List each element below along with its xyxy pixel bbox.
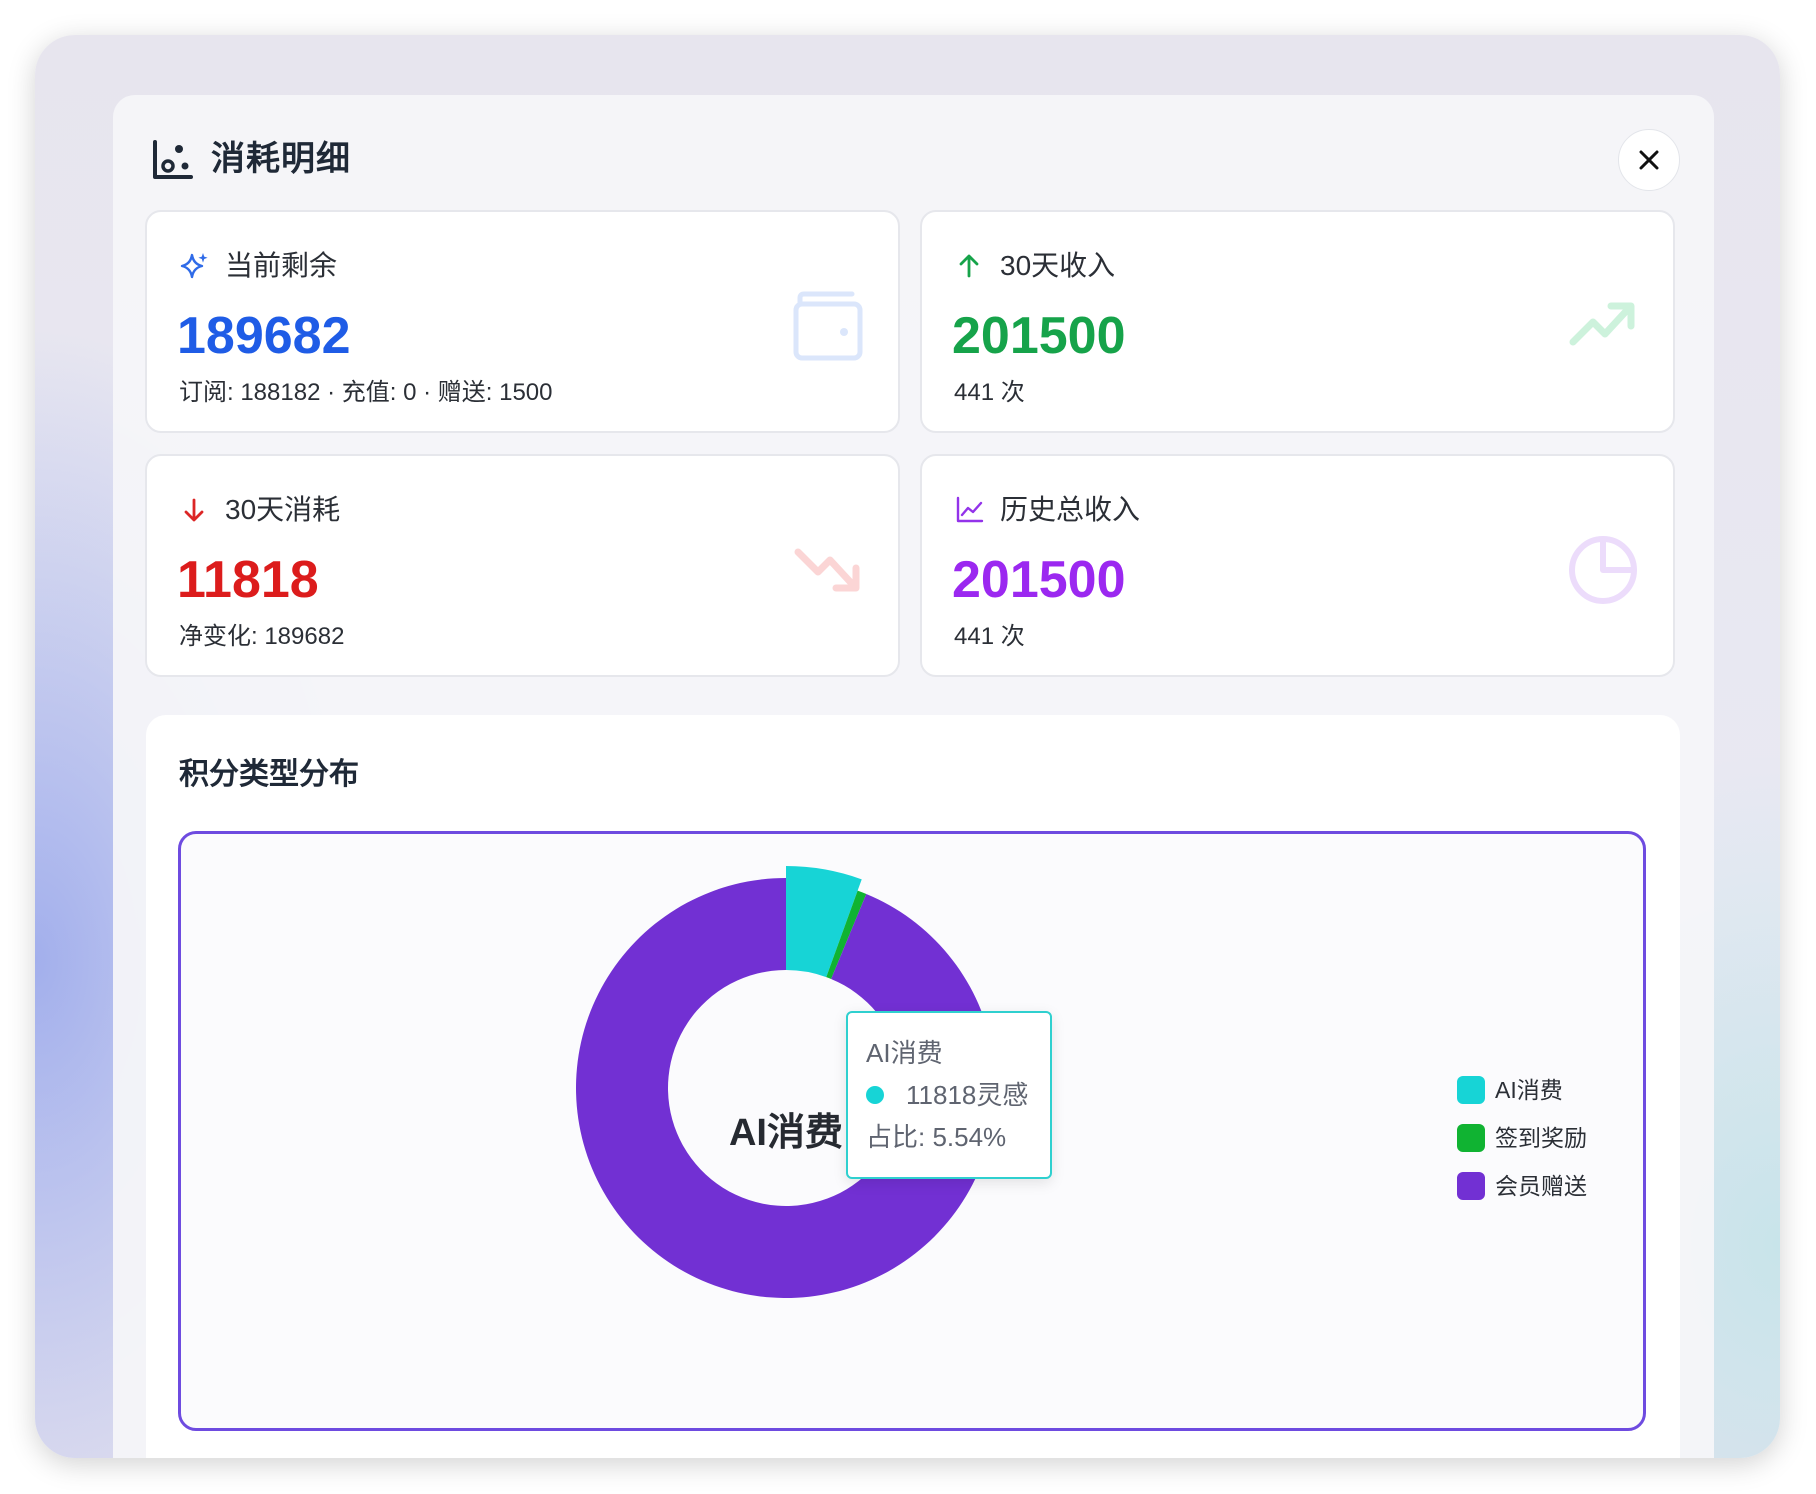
chart-tooltip: AI消费 11818灵感 占比: 5.54% — [846, 1011, 1052, 1179]
trending-down-icon — [794, 548, 860, 592]
card-subtext: 订阅: 188182 · 充值: 0 · 赠送: 1500 — [179, 379, 553, 406]
arrow-up-icon — [959, 254, 979, 278]
sparkles-icon — [180, 253, 208, 279]
pie-chart-icon — [1569, 536, 1637, 604]
line-chart-icon — [956, 496, 984, 523]
legend-label: 会员赠送 — [1495, 1173, 1587, 1199]
tooltip-value: 11818灵感 — [906, 1080, 1029, 1110]
chart-legend: AI消费签到奖励会员赠送 — [1457, 1066, 1587, 1210]
wallet-icon — [793, 291, 863, 361]
card-subtext: 441 次 — [954, 379, 1025, 406]
close-icon — [1639, 150, 1659, 170]
trending-up-icon — [1569, 302, 1635, 346]
legend-label: 签到奖励 — [1495, 1125, 1587, 1151]
card-value: 189682 — [177, 307, 351, 365]
consumption-detail-dialog: 消耗明细 当前剩余 189682 订阅: 188182 · 充值: 0 · 赠送… — [113, 95, 1714, 1458]
credit-type-distribution-panel: 积分类型分布 AI消费 AI消费 11818灵感 占比: 5.54% AI消费签… — [146, 715, 1680, 1458]
card-value: 11818 — [177, 551, 319, 609]
tooltip-title: AI消费 — [866, 1038, 943, 1068]
tooltip-share: 占比: 5.54% — [866, 1122, 1007, 1152]
legend-item[interactable]: 会员赠送 — [1457, 1162, 1587, 1210]
card-value: 201500 — [952, 551, 1126, 609]
legend-swatch — [1457, 1172, 1485, 1200]
donut-chart[interactable]: AI消费 AI消费 11818灵感 占比: 5.54% AI消费签到奖励会员赠送 — [178, 831, 1646, 1431]
app-window: 消耗明细 当前剩余 189682 订阅: 188182 · 充值: 0 · 赠送… — [35, 35, 1780, 1458]
card-subtext: 净变化: 189682 — [179, 623, 345, 650]
legend-swatch — [1457, 1124, 1485, 1152]
distribution-title: 积分类型分布 — [179, 758, 359, 791]
tooltip-series-dot — [866, 1086, 884, 1104]
legend-label: AI消费 — [1495, 1077, 1563, 1103]
card-label: 历史总收入 — [1000, 494, 1141, 525]
card-label: 当前剩余 — [225, 250, 338, 281]
legend-item[interactable]: 签到奖励 — [1457, 1114, 1587, 1162]
legend-swatch — [1457, 1076, 1485, 1104]
close-button[interactable] — [1618, 129, 1680, 191]
card-30day-consumption: 30天消耗 11818 净变化: 189682 — [145, 454, 900, 677]
legend-item[interactable]: AI消费 — [1457, 1066, 1587, 1114]
card-total-income: 历史总收入 201500 441 次 — [920, 454, 1675, 677]
card-label: 30天消耗 — [225, 494, 341, 525]
card-subtext: 441 次 — [954, 623, 1025, 650]
card-current-balance: 当前剩余 189682 订阅: 188182 · 充值: 0 · 赠送: 150… — [145, 210, 900, 433]
card-value: 201500 — [952, 307, 1126, 365]
dialog-title: 消耗明细 — [211, 140, 351, 178]
chart-scatter-icon — [153, 140, 193, 179]
card-30day-income: 30天收入 201500 441 次 — [920, 210, 1675, 433]
card-label: 30天收入 — [1000, 250, 1116, 281]
arrow-down-icon — [184, 498, 204, 522]
